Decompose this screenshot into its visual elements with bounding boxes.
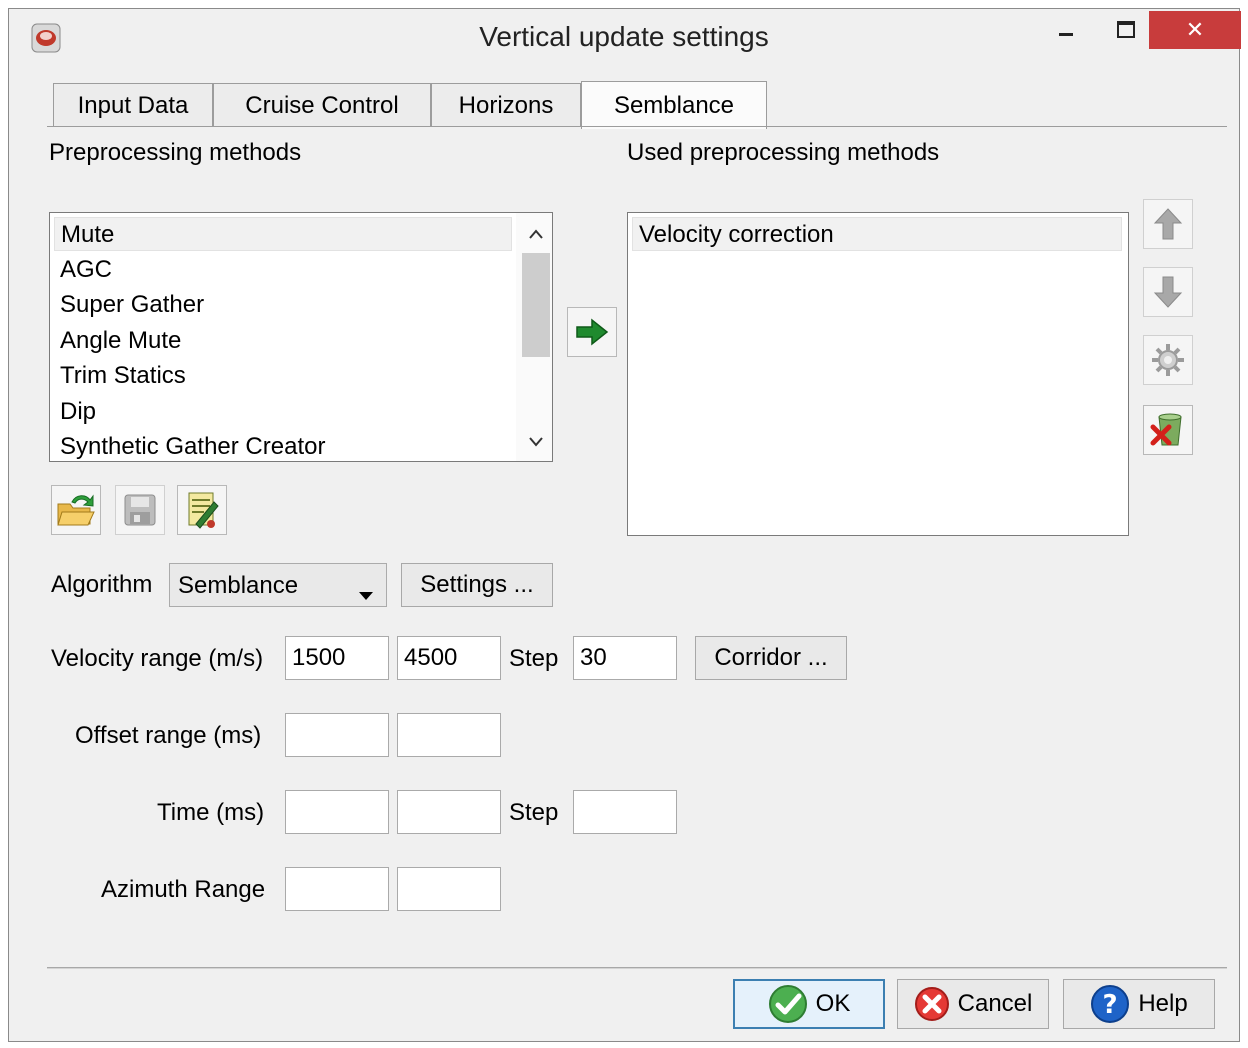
edit-document-icon bbox=[188, 492, 219, 529]
velocity-step-label: Step bbox=[509, 645, 559, 672]
chevron-up-icon[interactable] bbox=[524, 223, 548, 245]
check-icon bbox=[768, 985, 807, 1023]
edit-button[interactable] bbox=[177, 485, 227, 535]
tab-semblance[interactable]: Semblance bbox=[581, 81, 767, 129]
list-scrollbar[interactable] bbox=[516, 213, 552, 461]
arrow-down-icon bbox=[1153, 276, 1183, 308]
minimize-button[interactable] bbox=[1043, 11, 1089, 49]
tab-input-data[interactable]: Input Data bbox=[53, 83, 213, 127]
move-up-button[interactable] bbox=[1143, 199, 1193, 249]
list-item[interactable]: Super Gather bbox=[54, 288, 204, 322]
velocity-max-input[interactable]: 4500 bbox=[397, 636, 501, 680]
folder-open-icon bbox=[57, 494, 95, 526]
list-item[interactable]: Synthetic Gather Creator bbox=[54, 430, 325, 461]
tab-cruise-control[interactable]: Cruise Control bbox=[213, 83, 431, 127]
cancel-label: Cancel bbox=[957, 990, 1033, 1017]
maximize-button[interactable] bbox=[1103, 11, 1149, 49]
used-preprocessing-methods-label: Used preprocessing methods bbox=[627, 139, 940, 166]
list-item[interactable]: Trim Statics bbox=[54, 359, 186, 393]
time-label: Time (ms) bbox=[157, 799, 265, 826]
close-icon: ✕ bbox=[1185, 17, 1205, 42]
move-down-button[interactable] bbox=[1143, 267, 1193, 317]
delete-icon bbox=[1150, 413, 1182, 446]
list-item[interactable]: Velocity correction bbox=[632, 217, 1122, 251]
arrow-right-icon bbox=[576, 318, 609, 346]
offset-max-input[interactable] bbox=[397, 713, 501, 757]
chevron-down-icon[interactable] bbox=[524, 431, 548, 453]
time-step-label: Step bbox=[509, 799, 559, 826]
velocity-range-label: Velocity range (m/s) bbox=[51, 645, 264, 672]
ok-button[interactable]: OK bbox=[733, 979, 885, 1029]
offset-min-input[interactable] bbox=[285, 713, 389, 757]
ok-label: OK bbox=[815, 990, 851, 1017]
title-bar: Vertical update settings ✕ bbox=[9, 9, 1241, 73]
tab-horizons[interactable]: Horizons bbox=[431, 83, 581, 127]
offset-range-label: Offset range (ms) bbox=[75, 722, 262, 749]
azimuth-range-label: Azimuth Range bbox=[101, 876, 266, 903]
tab-panel-border bbox=[47, 126, 1227, 127]
remove-method-button[interactable] bbox=[1143, 405, 1193, 455]
chevron-down-icon bbox=[358, 580, 374, 608]
help-label: Help bbox=[1138, 990, 1188, 1017]
help-icon: ? bbox=[1091, 985, 1130, 1023]
list-item[interactable]: AGC bbox=[54, 253, 112, 287]
velocity-min-input[interactable]: 1500 bbox=[285, 636, 389, 680]
preprocessing-methods-label: Preprocessing methods bbox=[49, 139, 302, 166]
list-item[interactable]: Dip bbox=[54, 395, 96, 429]
save-button[interactable] bbox=[115, 485, 165, 535]
load-button[interactable] bbox=[51, 485, 101, 535]
used-preprocessing-methods-list[interactable]: Velocity correction bbox=[627, 212, 1129, 536]
list-item[interactable]: Mute bbox=[54, 217, 512, 251]
settings-button[interactable]: Settings ... bbox=[401, 563, 553, 607]
svg-text:?: ? bbox=[1103, 990, 1118, 1020]
scrollbar-thumb[interactable] bbox=[522, 253, 550, 357]
cancel-button[interactable]: Cancel bbox=[897, 979, 1049, 1029]
time-step-input[interactable] bbox=[573, 790, 677, 834]
dialog-window: Vertical update settings ✕ Input Data Cr… bbox=[8, 8, 1241, 1042]
azimuth-max-input[interactable] bbox=[397, 867, 501, 911]
add-method-button[interactable] bbox=[567, 307, 617, 357]
arrow-up-icon bbox=[1153, 208, 1183, 240]
cancel-icon bbox=[914, 987, 949, 1021]
settings-method-button[interactable] bbox=[1143, 335, 1193, 385]
footer-divider bbox=[47, 967, 1227, 969]
algorithm-select[interactable]: Semblance bbox=[169, 563, 387, 607]
preprocessing-methods-list[interactable]: Mute AGC Super Gather Angle Mute Trim St… bbox=[49, 212, 553, 462]
azimuth-min-input[interactable] bbox=[285, 867, 389, 911]
algorithm-label: Algorithm bbox=[51, 571, 153, 598]
help-button[interactable]: ? Help bbox=[1063, 979, 1215, 1029]
time-max-input[interactable] bbox=[397, 790, 501, 834]
corridor-button[interactable]: Corridor ... bbox=[695, 636, 847, 680]
gear-icon bbox=[1152, 344, 1184, 376]
algorithm-selected-value: Semblance bbox=[178, 572, 299, 599]
time-min-input[interactable] bbox=[285, 790, 389, 834]
save-icon bbox=[124, 494, 156, 526]
list-item[interactable]: Angle Mute bbox=[54, 324, 181, 358]
velocity-step-input[interactable]: 30 bbox=[573, 636, 677, 680]
close-button[interactable]: ✕ bbox=[1149, 11, 1241, 49]
